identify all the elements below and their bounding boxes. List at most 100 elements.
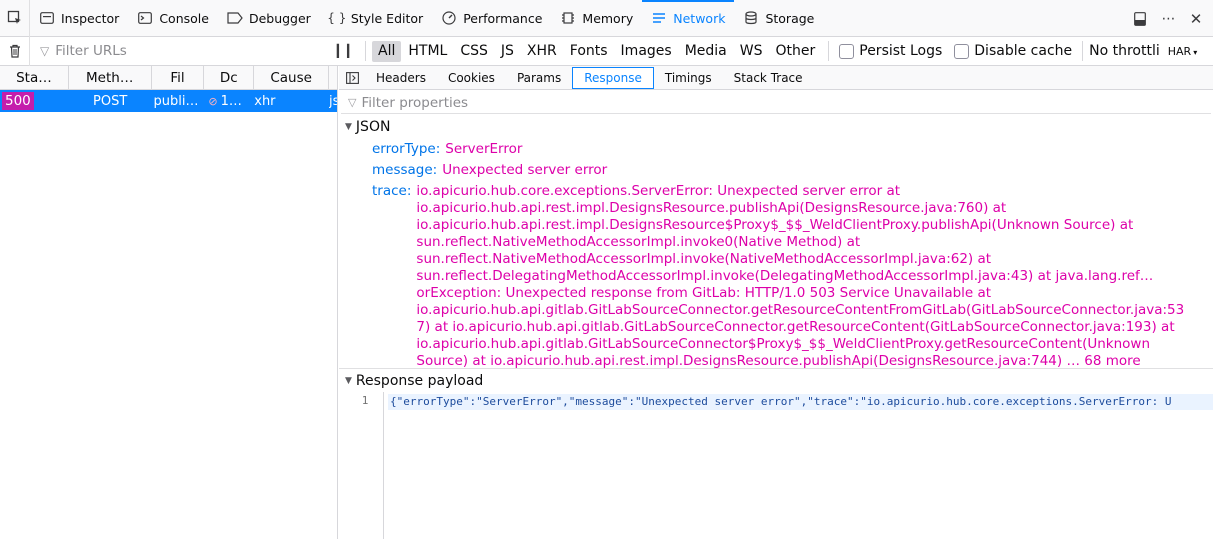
tab-inspector-label: Inspector [61,10,120,26]
filter-type-html[interactable]: HTML [402,41,453,62]
tab-performance[interactable]: Performance [432,0,551,37]
filter-type-all[interactable]: All [372,40,402,62]
tab-debugger[interactable]: Debugger [218,0,320,37]
debugger-icon [227,10,243,26]
filter-type-xhr[interactable]: XHR [521,41,563,62]
column-domain[interactable]: Dc [204,66,255,90]
trace-line: io.apicurio.hub.api.rest.impl.DesignsRes… [416,217,1134,233]
divider [365,41,366,61]
element-picker-button[interactable] [0,0,30,37]
toolbar-right-controls: ⋯ ✕ [1129,0,1213,37]
disable-cache-box[interactable] [954,43,970,59]
triangle-down-icon: ▼ [345,122,352,132]
filter-type-media[interactable]: Media [679,41,733,62]
json-field-trace: trace: io.apicurio.hub.core.exceptions.S… [339,183,1213,370]
persist-logs-checkbox[interactable]: Persist Logs [839,43,942,59]
clear-requests-button[interactable] [0,36,30,66]
filter-urls-placeholder: Filter URLs [55,43,127,59]
code-area[interactable]: {"errorType":"ServerError","message":"Un… [384,392,1213,539]
dock-side-icon [1134,11,1146,26]
tab-storage-label: Storage [765,10,815,26]
json-key: message: [372,162,438,178]
response-payload-title: Response payload [355,372,484,389]
network-icon [651,10,667,26]
filter-type-fonts[interactable]: Fonts [564,41,614,62]
more-options-button[interactable]: ⋯ [1157,8,1179,30]
divider [1082,41,1084,61]
disable-cache-label: Disable cache [974,43,1073,59]
throttling-select[interactable]: No throttli [1089,43,1160,59]
tab-params[interactable]: Params [506,67,572,89]
json-field-message: message: Unexpected server error [339,162,1213,179]
column-cause[interactable]: Cause [254,66,330,90]
tab-storage[interactable]: Storage [734,0,823,37]
filter-properties-input[interactable]: ▽ Filter properties [341,92,1211,114]
tab-memory[interactable]: Memory [551,0,642,37]
response-payload-toggle[interactable]: ▼ Response payload [339,368,1213,392]
trace-line: sun.reflect.NativeMethodAccessorImpl.inv… [416,251,992,267]
tab-debugger-label: Debugger [248,10,311,26]
filter-properties-placeholder: Filter properties [361,94,469,111]
request-file: publi… [153,93,199,109]
trace-line: io.apicurio.hub.api.rest.impl.DesignsRes… [416,200,1007,216]
console-icon [137,10,153,26]
trace-line: sun.reflect.DelegatingMethodAccessorImpl… [416,268,1154,284]
filter-type-other[interactable]: Other [769,41,821,62]
request-domain-text: 1… [220,93,242,109]
memory-icon [560,10,576,26]
request-status: 500 [0,90,69,112]
close-icon: ✕ [1189,9,1203,28]
request-domain: ⊘ 1… [204,90,254,112]
divider [828,41,830,61]
json-value: Unexpected server error [442,162,608,178]
request-list: Sta… Meth… Fil Dc Cause 500 POST publi… … [0,66,338,539]
tab-console[interactable]: Console [128,0,218,37]
dock-side-button[interactable] [1129,8,1151,30]
json-key: trace: [372,183,412,199]
toggle-sidebar-button[interactable] [339,71,365,84]
tab-timings[interactable]: Timings [654,67,723,89]
trace-line: io.apicurio.hub.api.gitlab.GitLabSourceC… [416,336,1151,352]
column-method[interactable]: Meth… [69,66,152,90]
tab-inspector[interactable]: Inspector [30,0,128,37]
details-tab-bar: Headers Cookies Params Response Timings … [339,66,1213,90]
close-devtools-button[interactable]: ✕ [1185,8,1207,30]
json-key: errorType: [372,141,441,157]
column-file[interactable]: Fil [152,66,205,90]
response-payload-editor[interactable]: 1 {"errorType":"ServerError","message":"… [339,392,1213,539]
filter-type-images[interactable]: Images [615,41,678,62]
json-section-toggle[interactable]: ▼ JSON [339,116,1213,138]
network-filter-bar: ▽ Filter URLs ▎▎ All HTML CSS JS XHR Fon… [0,36,1213,66]
tab-headers[interactable]: Headers [365,67,437,89]
filter-icon: ▽ [40,44,50,58]
tab-style-editor[interactable]: { } Style Editor [320,0,432,37]
pause-recording-button[interactable]: ▎▎ [335,44,359,58]
filter-type-js[interactable]: JS [495,41,520,62]
filter-icon: ▽ [348,96,357,109]
tab-response[interactable]: Response [572,66,654,89]
pause-icon: ▎▎ [336,44,358,58]
devtools-toolbar: Inspector Console Debugger { } Style Edi… [0,0,1213,37]
tab-cookies[interactable]: Cookies [437,67,506,89]
tab-stack-trace[interactable]: Stack Trace [723,67,814,89]
storage-icon [743,10,759,26]
insecure-connection-icon: ⊘ [208,94,218,108]
triangle-down-icon: ▼ [345,375,352,386]
inspector-icon [39,10,55,26]
tab-network[interactable]: Network [642,0,734,37]
persist-logs-box[interactable] [839,43,855,59]
trace-line: io.apicurio.hub.core.exceptions.ServerEr… [416,183,901,199]
request-type: js [329,93,337,109]
har-menu-button[interactable]: HAR ▾ [1168,45,1197,58]
request-details-panel: Headers Cookies Params Response Timings … [339,66,1213,539]
table-row[interactable]: 500 POST publi… ⊘ 1… xhr js [0,90,337,112]
trash-icon [9,44,20,58]
column-status[interactable]: Sta… [0,66,69,90]
filter-type-ws[interactable]: WS [734,41,769,62]
har-label: HAR [1167,44,1192,58]
column-type[interactable] [329,66,337,90]
filter-urls-input[interactable]: ▽ Filter URLs [30,43,330,59]
status-badge: 500 [2,92,34,110]
filter-type-css[interactable]: CSS [454,41,494,62]
disable-cache-checkbox[interactable]: Disable cache [954,43,1072,59]
